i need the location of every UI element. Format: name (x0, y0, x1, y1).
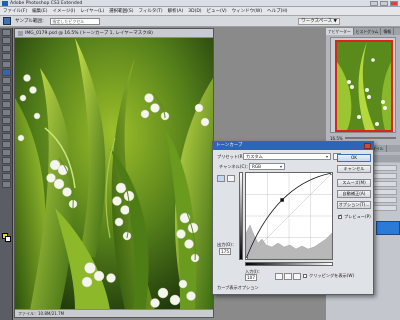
curves-dialog-title: トーンカーブ (213, 142, 373, 150)
preview-label: プレビュー(P) (344, 214, 371, 219)
smooth-button[interactable]: スムーズ(M) (337, 179, 371, 187)
menu-window[interactable]: ウィンドウ(W) (232, 7, 262, 16)
eyedropper-tool-icon[interactable] (3, 17, 11, 25)
crop-tool-icon[interactable] (2, 61, 11, 68)
minimize-button[interactable] (370, 1, 378, 6)
menu-image[interactable]: イメージ(I) (52, 7, 75, 16)
curve-graph[interactable] (244, 171, 334, 261)
lily-of-the-valley-photo (15, 38, 213, 310)
hand-tool-icon[interactable] (2, 173, 11, 180)
blur-tool-icon[interactable] (2, 125, 11, 132)
tab-navigator[interactable]: ナビゲーター (326, 28, 354, 35)
curve-edit-points-icon[interactable] (217, 175, 225, 182)
curves-dialog: トーンカーブ プリセット(R)： カスタム チャンネル(C)： RGB 出力(O… (212, 141, 374, 295)
zoom-tool-icon[interactable] (2, 181, 11, 188)
curve-point[interactable] (244, 257, 248, 261)
menu-layer[interactable]: レイヤー(L) (80, 7, 104, 16)
black-eyedropper-icon[interactable] (275, 273, 283, 280)
marquee-tool-icon[interactable] (2, 37, 11, 44)
menu-file[interactable]: ファイル(F) (3, 7, 27, 16)
menu-edit[interactable]: 編集(E) (32, 7, 47, 16)
close-window-button[interactable] (390, 1, 398, 6)
show-clipping-checkbox[interactable] (303, 274, 307, 278)
canvas-image[interactable] (15, 38, 213, 310)
navigator-thumbnail (337, 42, 391, 130)
window-controls (370, 1, 398, 6)
history-brush-tool-icon[interactable] (2, 101, 11, 108)
navigator-preview[interactable] (330, 37, 396, 133)
curve-graph-svg (244, 171, 334, 261)
channel-select[interactable]: RGB (249, 163, 285, 170)
input-field[interactable]: 107 (245, 274, 257, 281)
shape-tool-icon[interactable] (2, 165, 11, 172)
options-button[interactable]: オプション(T)... (337, 201, 371, 209)
navigator-panel-tabs: ナビゲーター ヒストグラム 情報 (326, 28, 400, 35)
gray-eyedropper-icon[interactable] (284, 273, 292, 280)
dodge-tool-icon[interactable] (2, 133, 11, 140)
sample-size-label: サンプル範囲： (15, 19, 47, 24)
clone-stamp-tool-icon[interactable] (2, 93, 11, 100)
layer-thumbnail-selected[interactable] (376, 221, 400, 235)
cancel-button[interactable]: キャンセル (337, 165, 371, 173)
document-tab[interactable]: IMG_0179.psd @ 16.5% (トーンカーブ 1, レイヤーマスク/… (15, 29, 213, 38)
workspace-button[interactable]: ワークスペース ▼ (298, 18, 340, 25)
close-document-icon[interactable] (18, 31, 23, 36)
path-select-tool-icon[interactable] (2, 157, 11, 164)
zoom-slider[interactable] (344, 137, 396, 139)
zoom-value[interactable]: 16.5% (330, 136, 343, 141)
menu-bar: ファイル(F) 編集(E) イメージ(I) レイヤー(L) 選択範囲(S) フィ… (0, 7, 400, 16)
document-title: IMG_0179.psd @ 16.5% (トーンカーブ 1, レイヤーマスク/… (25, 31, 153, 36)
menu-filter[interactable]: フィルタ(T) (138, 7, 162, 16)
eyedropper-tool-icon[interactable] (2, 69, 11, 76)
maximize-button[interactable] (380, 1, 388, 6)
output-field[interactable]: 175 (219, 248, 231, 255)
menu-view[interactable]: ビュー(V) (207, 7, 227, 16)
background-color-swatch[interactable] (5, 236, 11, 242)
show-clipping-label: クリッピングを表示(W) (309, 273, 355, 278)
preset-select[interactable]: カスタム (243, 153, 331, 160)
input-gradient-bar (245, 262, 333, 266)
healing-brush-tool-icon[interactable] (2, 77, 11, 84)
tab-info[interactable]: 情報 (381, 28, 395, 35)
type-tool-icon[interactable] (2, 149, 11, 156)
brush-tool-icon[interactable] (2, 85, 11, 92)
gradient-tool-icon[interactable] (2, 117, 11, 124)
curve-display-options-toggle[interactable]: カーブ表示オプション (217, 285, 259, 291)
lasso-tool-icon[interactable] (2, 45, 11, 52)
options-bar: サンプル範囲： 指定したピクセル ワークスペース ▼ (0, 16, 400, 27)
menu-analysis[interactable]: 解析(A) (168, 7, 184, 16)
ok-button[interactable]: OK (337, 154, 371, 162)
curve-point[interactable] (280, 198, 284, 202)
tab-histogram[interactable]: ヒストグラム (354, 28, 382, 35)
menu-select[interactable]: 選択範囲(S) (109, 7, 133, 16)
output-gradient-bar (239, 172, 243, 260)
document-status-bar: ファイル：10.8M/21.7M (15, 309, 213, 317)
channel-label: チャンネル(C)： (219, 164, 251, 169)
menu-help[interactable]: ヘルプ(H) (267, 7, 287, 16)
eraser-tool-icon[interactable] (2, 109, 11, 116)
auto-button[interactable]: 自動補正(A) (337, 190, 371, 198)
sample-size-select[interactable]: 指定したピクセル (50, 17, 101, 25)
move-tool-icon[interactable] (2, 29, 11, 36)
quick-select-tool-icon[interactable] (2, 53, 11, 60)
close-dialog-button[interactable] (364, 143, 371, 149)
document-window: IMG_0179.psd @ 16.5% (トーンカーブ 1, レイヤーマスク/… (14, 28, 214, 318)
toolbox (0, 28, 13, 320)
menu-3d[interactable]: 3D(D) (188, 7, 201, 16)
curve-pencil-icon[interactable] (227, 175, 235, 182)
photoshop-logo-icon (2, 1, 8, 6)
preview-checkbox[interactable] (338, 214, 342, 219)
white-eyedropper-icon[interactable] (293, 273, 301, 280)
pen-tool-icon[interactable] (2, 141, 11, 148)
navigator-view-frame[interactable] (335, 40, 393, 132)
curve-point[interactable] (330, 171, 334, 175)
